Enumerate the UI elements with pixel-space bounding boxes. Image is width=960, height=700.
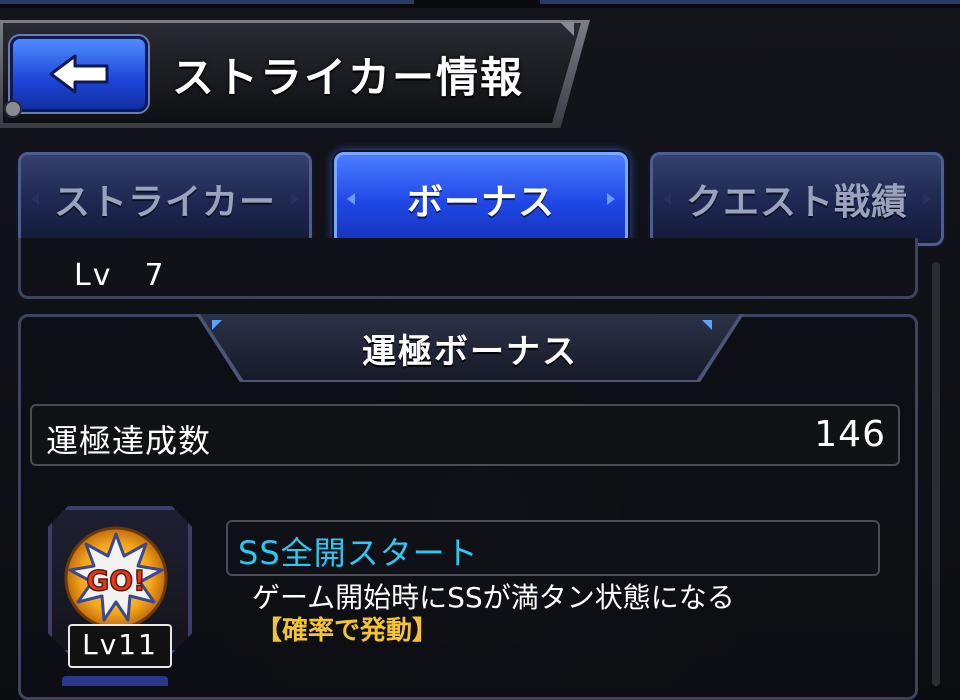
ability-note: 【確率で発動】: [256, 616, 439, 646]
back-arrow-icon: [49, 54, 109, 94]
chevron-right-icon: [291, 193, 299, 205]
go-text: GO!: [86, 564, 146, 597]
tab-striker[interactable]: ストライカー: [18, 152, 312, 246]
tab-bonus[interactable]: ボーナス: [334, 152, 628, 246]
ability-level-badge: Lv11: [68, 624, 172, 668]
next-item-edge: [62, 676, 168, 686]
corner-decoration: [560, 22, 574, 36]
chevron-left-icon: [663, 193, 671, 205]
tab-quest-record[interactable]: クエスト戦績: [650, 152, 944, 246]
tab-label: ストライカー: [53, 182, 276, 223]
chevron-right-icon: [923, 193, 931, 205]
page-title: ストライカー情報: [172, 53, 525, 102]
scrollbar[interactable]: [932, 262, 940, 686]
chevron-left-icon: [31, 193, 39, 205]
chevron-right-icon: [607, 193, 615, 205]
level-text: Lv 7: [74, 258, 166, 293]
bonus-title: 運極ボーナス: [362, 332, 578, 372]
count-value: 146: [814, 414, 886, 455]
tab-label: クエスト戦績: [685, 182, 908, 223]
top-strip: [0, 0, 960, 8]
tab-label: ボーナス: [406, 182, 555, 223]
count-label: 運極達成数: [46, 422, 212, 460]
rivet-decoration: [4, 100, 22, 118]
chevron-left-icon: [347, 193, 355, 205]
ability-name: SS全開スタート: [238, 534, 479, 572]
go-burst-icon[interactable]: GO!: [62, 524, 170, 632]
back-button[interactable]: [10, 36, 148, 112]
